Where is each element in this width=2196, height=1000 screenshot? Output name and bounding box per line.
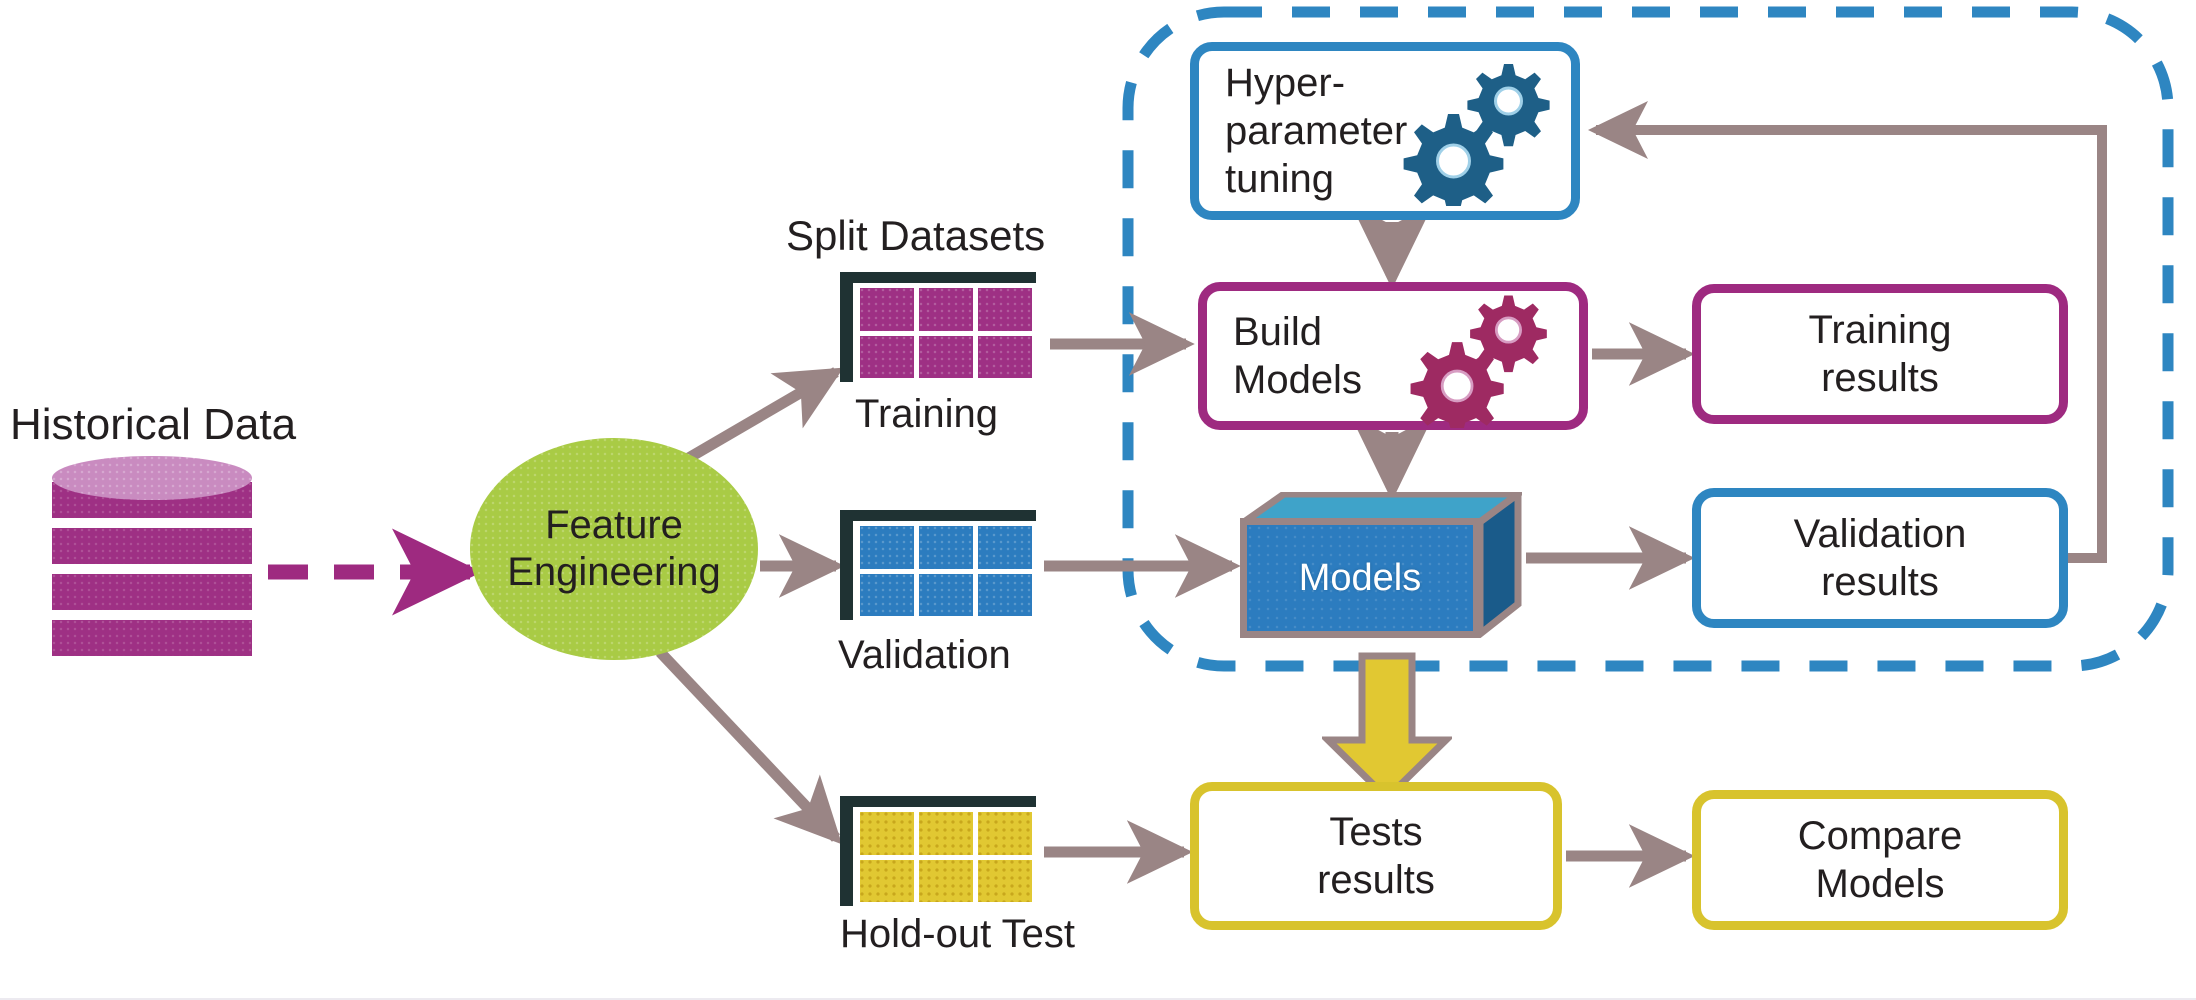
- table-cell: [919, 335, 973, 378]
- table-cells: [860, 526, 1032, 616]
- training-label: Training: [855, 392, 999, 436]
- table-cell: [860, 526, 914, 569]
- table-cell: [978, 859, 1032, 902]
- arrow-feature-to-holdout: [656, 648, 843, 845]
- validation-results-line2: results: [1821, 560, 1939, 604]
- table-cell: [919, 859, 973, 902]
- table-cell: [919, 526, 973, 569]
- models-front-face: Models: [1240, 518, 1480, 638]
- down-arrow-icon: [1319, 652, 1455, 803]
- training-results-node[interactable]: Training results: [1692, 284, 2068, 424]
- compare-models-line1: Compare: [1797, 814, 1963, 858]
- build-models-line1: Build: [1233, 310, 1322, 354]
- table-cell: [978, 812, 1032, 855]
- models-label: Models: [1298, 556, 1422, 599]
- split-datasets-label: Split Datasets: [786, 212, 1046, 259]
- table-cell: [860, 859, 914, 902]
- compare-models-node[interactable]: Compare Models: [1692, 790, 2068, 930]
- build-models-line2: Models: [1233, 358, 1362, 402]
- feature-engineering-line2: Engineering: [507, 550, 721, 594]
- training-dataset-table: [840, 272, 1036, 382]
- historical-data-label: Historical Data: [10, 400, 297, 449]
- table-cell: [978, 573, 1032, 616]
- table-cell: [978, 335, 1032, 378]
- table-cell: [919, 812, 973, 855]
- validation-results-node[interactable]: Validation results: [1692, 488, 2068, 628]
- compare-models-line2: Models: [1815, 862, 1945, 906]
- table-cell: [860, 335, 914, 378]
- validation-dataset-table: [840, 510, 1036, 620]
- gears-icon: [1398, 56, 1558, 214]
- table-cell: [919, 288, 973, 331]
- hyper-tuning-line3: tuning: [1225, 157, 1334, 201]
- table-cells: [860, 812, 1032, 902]
- table-cell: [978, 288, 1032, 331]
- table-cell: [860, 573, 914, 616]
- validation-label: Validation: [838, 633, 1011, 677]
- hyper-tuning-line1: Hyper-: [1225, 61, 1346, 105]
- gears-icon: [1400, 288, 1560, 436]
- table-cell: [919, 573, 973, 616]
- training-results-line2: results: [1821, 356, 1939, 400]
- tests-results-node[interactable]: Tests results: [1190, 782, 1562, 930]
- database-cylinder-icon: [52, 456, 252, 670]
- table-cells: [860, 288, 1032, 378]
- table-cell: [860, 812, 914, 855]
- tests-results-line2: results: [1317, 858, 1435, 902]
- table-cell: [860, 288, 914, 331]
- feature-engineering-line1: Feature: [545, 502, 683, 547]
- tests-results-line1: Tests: [1329, 810, 1423, 854]
- table-cell: [978, 526, 1032, 569]
- diagram-canvas: Historical Data Feature Engineering Spli…: [0, 0, 2196, 1000]
- validation-results-line1: Validation: [1793, 512, 1967, 556]
- training-results-line1: Training: [1808, 308, 1952, 352]
- holdout-dataset-table: [840, 796, 1036, 906]
- models-node[interactable]: Models: [1240, 492, 1522, 638]
- feature-engineering-node[interactable]: Feature Engineering: [470, 438, 758, 660]
- hyper-tuning-line2: parameter: [1225, 109, 1408, 153]
- holdout-test-label: Hold-out Test: [840, 912, 1075, 956]
